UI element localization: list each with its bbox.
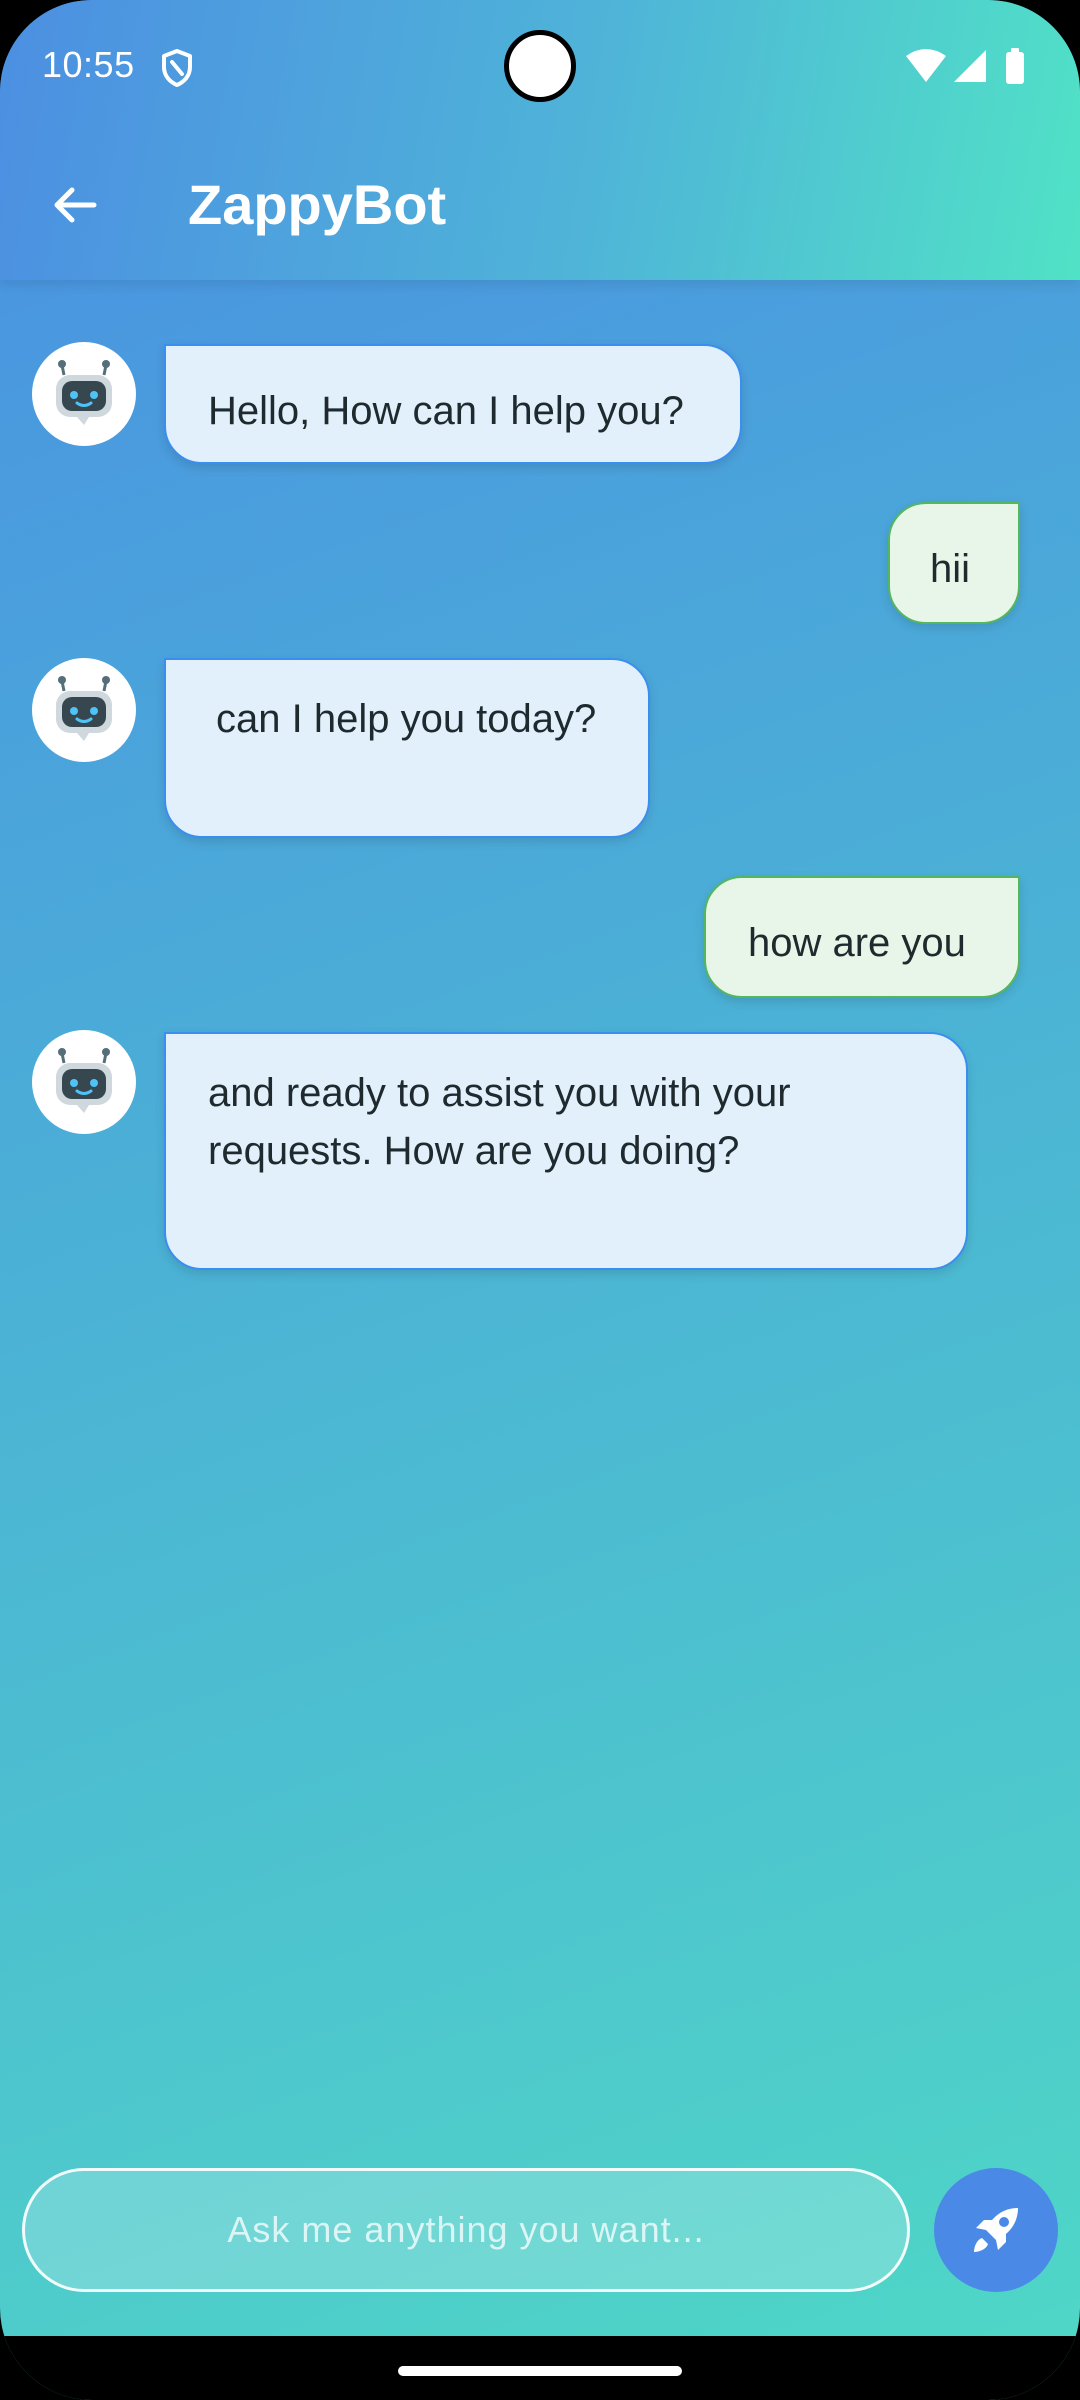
phone-screen: 10:55 ZappyBot Hello, How can I help you… <box>0 0 1080 2400</box>
battery-icon <box>1006 52 1024 84</box>
message-input[interactable] <box>22 2168 910 2292</box>
bot-avatar <box>32 658 136 762</box>
bot-avatar <box>32 1030 136 1134</box>
user-message: how are you <box>704 876 1020 998</box>
home-indicator[interactable] <box>398 2366 682 2376</box>
bot-message: can I help you today? <box>164 658 650 838</box>
wifi-icon <box>906 49 946 82</box>
navigation-bar <box>0 2336 1080 2400</box>
bot-message: and ready to assist you with your reques… <box>164 1032 968 1270</box>
bot-message: Hello, How can I help you? <box>164 344 742 464</box>
send-button[interactable] <box>934 2168 1058 2292</box>
cell-signal-icon <box>954 50 986 82</box>
robot-icon <box>56 360 112 425</box>
arrow-back-icon <box>54 187 97 223</box>
user-message: hii <box>888 502 1020 624</box>
back-button[interactable] <box>40 170 110 240</box>
page-title: ZappyBot <box>188 173 447 236</box>
app-bar: ZappyBot <box>0 130 1080 280</box>
shield-icon <box>162 49 192 87</box>
status-time: 10:55 <box>42 44 135 85</box>
status-icons <box>906 48 1024 84</box>
composer <box>0 2168 1080 2294</box>
chat-list: Hello, How can I help you? hii can I hel… <box>0 280 1080 2160</box>
robot-icon <box>56 1048 112 1113</box>
rocket-icon <box>974 2208 1018 2252</box>
status-bar: 10:55 <box>0 0 1080 130</box>
camera-cutout <box>504 30 576 102</box>
bot-avatar <box>32 342 136 446</box>
robot-icon <box>56 676 112 741</box>
